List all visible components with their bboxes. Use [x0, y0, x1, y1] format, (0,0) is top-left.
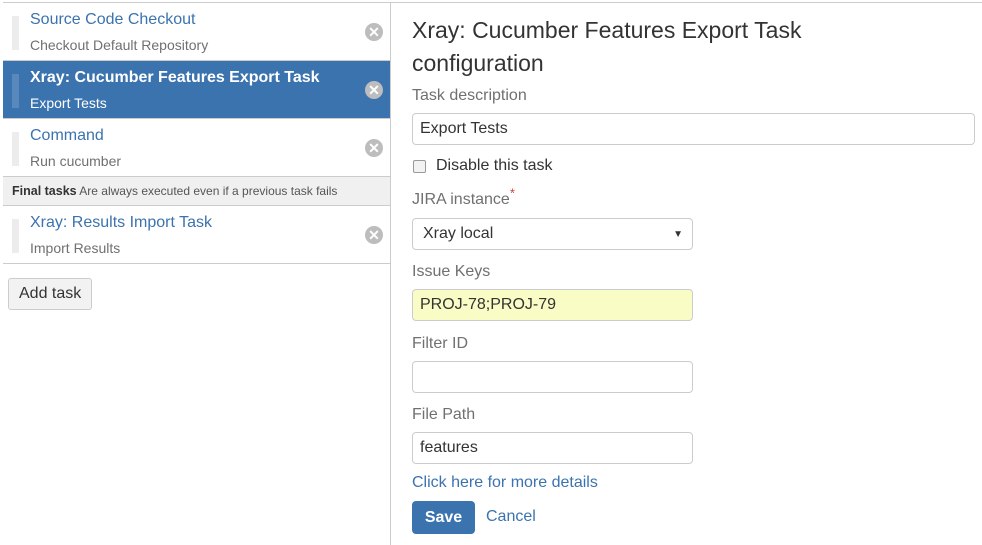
drag-handle-icon[interactable] [12, 74, 19, 108]
drag-handle-icon[interactable] [12, 132, 19, 166]
page-title: Xray: Cucumber Features Export Task conf… [412, 17, 802, 76]
filter-id-label: Filter ID [412, 335, 468, 352]
remove-task-icon[interactable]: ✕ [365, 81, 383, 99]
disable-task-row[interactable]: Disable this task [412, 157, 553, 175]
save-button[interactable]: Save [412, 501, 475, 534]
task-description-input[interactable] [412, 113, 975, 145]
remove-task-icon[interactable]: ✕ [365, 226, 383, 244]
disable-task-label[interactable]: Disable this task [436, 157, 553, 175]
jira-instance-label: JIRA instance* [412, 187, 515, 209]
task-description: Checkout Default Repository [30, 37, 209, 53]
task-item-cucumber-export[interactable]: Xray: Cucumber Features Export Task Expo… [3, 61, 390, 119]
more-details-link[interactable]: Click here for more details [412, 474, 598, 492]
final-tasks-note: Are always executed even if a previous t… [79, 184, 338, 198]
task-item-results-import[interactable]: Xray: Results Import Task Import Results… [3, 206, 390, 264]
task-item-command[interactable]: Command Run cucumber ✕ [3, 119, 390, 177]
file-path-label: File Path [412, 406, 476, 423]
task-item-source-code-checkout[interactable]: Source Code Checkout Checkout Default Re… [3, 3, 390, 61]
final-tasks-title: Final tasks [12, 184, 77, 198]
task-description-label: Task description [412, 87, 527, 104]
remove-task-icon[interactable]: ✕ [365, 139, 383, 157]
task-title[interactable]: Xray: Cucumber Features Export Task [30, 69, 320, 87]
task-title[interactable]: Command [30, 127, 104, 145]
drag-handle-icon[interactable] [12, 219, 19, 253]
add-task-button[interactable]: Add task [8, 278, 93, 310]
task-description: Export Tests [30, 95, 107, 111]
final-tasks-header: Final tasks Are always executed even if … [3, 177, 390, 206]
task-title[interactable]: Source Code Checkout [30, 11, 195, 29]
issue-keys-label: Issue Keys [412, 263, 491, 280]
task-list-panel: Source Code Checkout Checkout Default Re… [3, 3, 391, 545]
task-description: Run cucumber [30, 153, 122, 169]
task-title[interactable]: Xray: Results Import Task [30, 214, 212, 232]
task-description: Import Results [30, 240, 121, 256]
issue-keys-input[interactable] [412, 289, 693, 321]
dropdown-arrow-icon: ▼ [673, 228, 683, 240]
required-marker: * [509, 185, 515, 201]
remove-task-icon[interactable]: ✕ [365, 23, 383, 41]
file-path-input[interactable] [412, 432, 693, 464]
cancel-link[interactable]: Cancel [486, 508, 536, 526]
jira-instance-select[interactable]: Xray local ▼ [412, 218, 693, 250]
drag-handle-icon[interactable] [12, 16, 19, 50]
disable-task-checkbox[interactable] [413, 159, 426, 173]
jira-instance-value: Xray local [423, 225, 494, 242]
jira-instance-label-text: JIRA instance [412, 191, 510, 208]
filter-id-input[interactable] [412, 361, 693, 393]
